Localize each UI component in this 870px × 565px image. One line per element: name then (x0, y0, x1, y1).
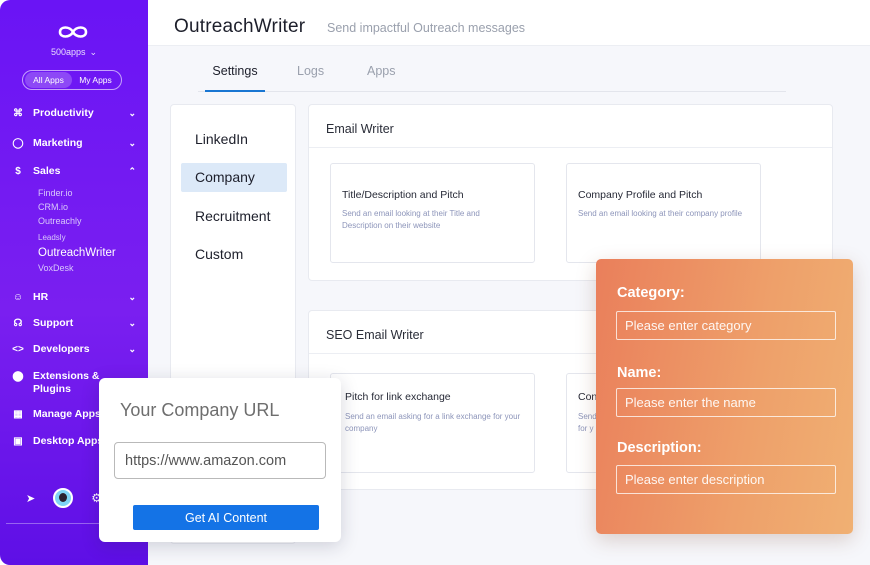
my-apps-button[interactable]: My Apps (72, 72, 119, 88)
dollar-icon: $ (15, 166, 21, 177)
sidebar-item-label: Marketing (33, 137, 83, 149)
company-url-card: Your Company URL Get AI Content (99, 378, 341, 542)
sidebar-item-hr[interactable]: ☺ HR ⌄ (12, 291, 136, 304)
monitor-icon: ▣ (13, 436, 23, 447)
card-description: Send an email looking at their Title and… (342, 209, 480, 230)
description-label: Description: (617, 440, 702, 456)
sidebar-item-developers[interactable]: <> Developers ⌄ (12, 343, 136, 356)
org-switcher[interactable]: 500apps ⌄ (0, 47, 148, 58)
sidebar-item-support[interactable]: ☊ Support ⌄ (12, 317, 136, 330)
card-description: Send an email looking at their company p… (578, 209, 743, 218)
template-card-link-exchange[interactable]: Pitch for link exchange Send an email as… (330, 373, 535, 473)
company-url-input[interactable] (114, 442, 326, 479)
puzzle-icon: ⬤ (12, 371, 24, 382)
tab-settings[interactable]: Settings (205, 64, 265, 92)
apps-filter-toggle: All Apps My Apps (22, 70, 122, 90)
chevron-up-icon: ⌃ (128, 166, 136, 176)
sidebar-item-sales[interactable]: $ Sales ⌃ (12, 165, 136, 178)
category-custom[interactable]: Custom (181, 240, 287, 269)
sidebar-app-outreachwriter[interactable]: OutreachWriter (38, 247, 116, 259)
sidebar-item-label: Developers (33, 343, 90, 355)
sidebar-app-crm[interactable]: CRM.io (38, 202, 68, 212)
name-input[interactable] (616, 388, 836, 417)
sidebar-app-outreachly[interactable]: Outreachly (38, 216, 82, 226)
500apps-logo-icon[interactable] (57, 22, 89, 42)
category-label: Category: (617, 285, 685, 301)
grid-icon: ▦ (13, 409, 23, 420)
category-linkedin[interactable]: LinkedIn (181, 125, 287, 154)
section-divider (309, 147, 832, 148)
code-icon: <> (12, 344, 24, 355)
template-card-title-pitch[interactable]: Title/Description and Pitch Send an emai… (330, 163, 535, 263)
email-writer-section: Email Writer Title/Description and Pitch… (308, 104, 833, 281)
sidebar-item-label: Sales (33, 165, 61, 177)
command-icon: ⌘ (13, 108, 23, 119)
org-name: 500apps (50, 47, 86, 57)
headset-icon: ☊ (13, 318, 23, 329)
sidebar-app-finder[interactable]: Finder.io (38, 188, 73, 198)
tab-logs[interactable]: Logs (297, 64, 324, 92)
page-title: OutreachWriter (174, 16, 306, 37)
category-input[interactable] (616, 311, 836, 340)
target-icon: ◯ (12, 138, 24, 149)
category-recruitment[interactable]: Recruitment (181, 202, 287, 231)
card-description: Send an email asking for a link exchange… (345, 412, 521, 433)
chevron-down-icon: ⌄ (128, 292, 136, 302)
chevron-down-icon: ⌄ (128, 344, 136, 354)
card-title: Company Profile and Pitch (578, 189, 703, 201)
top-bar: OutreachWriter Send impactful Outreach m… (148, 0, 870, 46)
sidebar-item-label: Support (33, 317, 74, 329)
avatar[interactable] (53, 488, 74, 508)
company-url-heading: Your Company URL (120, 400, 280, 420)
tab-bar: Settings Logs Apps (198, 62, 786, 92)
section-title: SEO Email Writer (326, 328, 424, 342)
new-template-form: Category: Name: Description: (596, 259, 853, 534)
section-title: Email Writer (326, 122, 394, 136)
name-label: Name: (617, 365, 662, 381)
person-icon: ☺ (12, 292, 24, 303)
chevron-down-icon: ⌄ (128, 318, 136, 328)
sidebar-item-label: Productivity (33, 107, 94, 119)
sidebar-app-leadsly[interactable]: Leadsly (38, 233, 66, 242)
template-card-company-profile[interactable]: Company Profile and Pitch Send an email … (566, 163, 761, 263)
card-title: Title/Description and Pitch (342, 189, 464, 201)
get-ai-content-button[interactable]: Get AI Content (133, 505, 319, 530)
sidebar-footer: ➤ ⚙ (26, 488, 102, 508)
all-apps-button[interactable]: All Apps (25, 72, 72, 88)
card-title: Con (578, 391, 598, 403)
chevron-down-icon: ⌄ (89, 47, 98, 57)
category-company[interactable]: Company (181, 163, 287, 192)
tab-apps[interactable]: Apps (367, 64, 396, 92)
sidebar-item-label: HR (33, 291, 49, 303)
sidebar-item-marketing[interactable]: ◯ Marketing ⌄ (12, 137, 136, 150)
chevron-down-icon: ⌄ (128, 138, 136, 148)
sidebar-item-productivity[interactable]: ⌘ Productivity ⌄ (12, 107, 136, 120)
rocket-icon[interactable]: ➤ (26, 492, 35, 505)
chevron-down-icon: ⌄ (128, 108, 136, 118)
page-subtitle: Send impactful Outreach messages (327, 21, 526, 35)
sidebar-app-voxdesk[interactable]: VoxDesk (38, 263, 74, 273)
description-input[interactable] (616, 465, 836, 494)
card-title: Pitch for link exchange (345, 391, 451, 403)
